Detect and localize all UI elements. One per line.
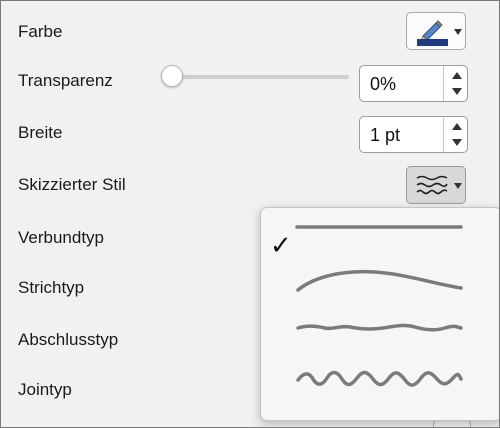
chevron-down-icon xyxy=(454,183,462,189)
transparency-label: Transparenz xyxy=(18,71,113,90)
transparency-slider-thumb[interactable] xyxy=(161,65,183,87)
cap-type-label: Abschlusstyp xyxy=(18,330,119,349)
color-label: Farbe xyxy=(18,22,63,41)
decrement-arrow-icon[interactable] xyxy=(452,88,462,95)
compound-type-label: Verbundtyp xyxy=(18,228,105,247)
increment-arrow-icon[interactable] xyxy=(452,123,462,130)
width-stepper[interactable]: 1 pt xyxy=(359,116,468,153)
dash-type-label: Strichtyp xyxy=(18,278,85,297)
sketch-style-dropdown-button[interactable] xyxy=(406,166,466,204)
sketch-style-option-straight[interactable]: ✓ xyxy=(261,208,499,260)
sketch-style-menu: ✓ xyxy=(260,207,499,421)
sketch-style-option-scribble[interactable] xyxy=(261,358,499,406)
curved-line-icon xyxy=(296,269,463,292)
line-color-button[interactable] xyxy=(406,12,466,50)
chevron-down-icon xyxy=(454,29,462,35)
pencil-icon xyxy=(420,20,443,41)
current-color-swatch xyxy=(417,39,448,46)
sketch-style-option-curved[interactable] xyxy=(261,258,499,306)
transparency-stepper[interactable]: 0% xyxy=(359,65,468,102)
straight-line-icon xyxy=(295,225,463,229)
width-label: Breite xyxy=(18,123,63,142)
transparency-slider[interactable] xyxy=(169,75,349,79)
join-type-dropdown-button[interactable] xyxy=(433,420,471,427)
checkmark-icon: ✓ xyxy=(270,230,292,260)
scribble-line-icon xyxy=(296,370,463,387)
scribble-icon xyxy=(416,175,448,195)
increment-arrow-icon[interactable] xyxy=(452,72,462,79)
join-type-label: Jointyp xyxy=(18,380,72,399)
format-shape-line-panel: Farbe Transparenz 0% Breite 1 pt Skizzie… xyxy=(0,0,500,428)
sketch-style-label: Skizzierter Stil xyxy=(18,175,126,194)
sketch-style-option-freehand[interactable] xyxy=(261,308,499,356)
freehand-line-icon xyxy=(296,323,463,332)
transparency-input[interactable]: 0% xyxy=(370,74,396,95)
decrement-arrow-icon[interactable] xyxy=(452,139,462,146)
width-input[interactable]: 1 pt xyxy=(370,125,400,146)
